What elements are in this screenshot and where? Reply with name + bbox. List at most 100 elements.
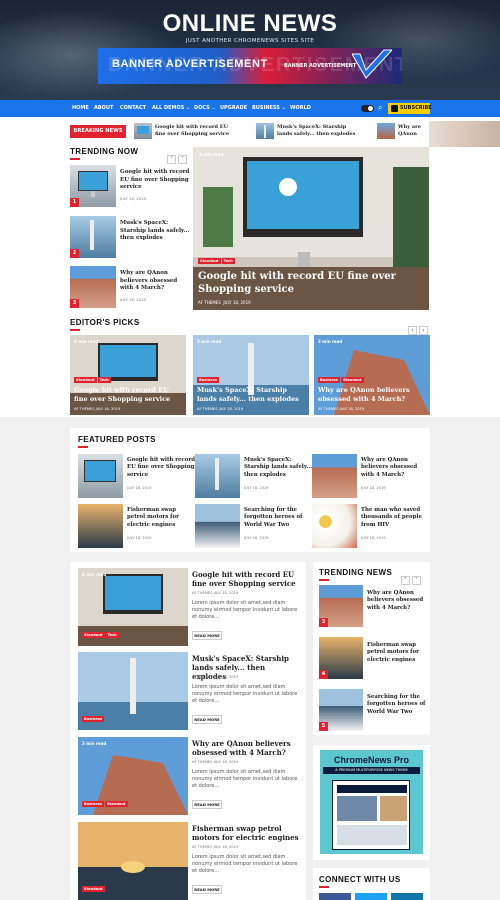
hero-date: JULY 18, 2019 <box>223 300 251 305</box>
trending-item-title: Why are QAnon believers obsessed with 4 … <box>120 270 178 291</box>
category-tag[interactable]: Business <box>82 716 104 722</box>
trending-item[interactable]: 3 Why are QAnon believers obsessed with … <box>70 266 190 310</box>
featured-post[interactable]: Searching for the forgotten heroes of Wo… <box>195 504 310 550</box>
featured-date: JULY 18, 2019 <box>244 536 269 540</box>
card-author[interactable]: AF THEMES <box>318 407 339 411</box>
card-tags: Business Standout <box>318 366 365 385</box>
featured-thumb <box>195 454 240 498</box>
post-excerpt: Lorem ipsum dolor sit amet,sed diam nonu… <box>192 600 298 620</box>
category-tag[interactable]: Standout <box>82 632 105 638</box>
category-tag[interactable]: Standout <box>74 377 97 383</box>
featured-title: Google hit with record EU fine over Shop… <box>127 457 195 478</box>
chevron-up-icon[interactable]: ˄ <box>401 576 410 585</box>
editors-pick-card[interactable]: 4 min read Standout Tech Google hit with … <box>70 335 186 415</box>
category-tag[interactable]: Standout <box>340 377 364 383</box>
editors-pick-card[interactable]: 3 min read Business Standout Why are QAno… <box>314 335 430 415</box>
nav-item-about[interactable]: ABOUT <box>94 100 113 117</box>
featured-post[interactable]: Google hit with record EU fine over Shop… <box>78 454 195 500</box>
card-tags: Business <box>197 366 220 385</box>
category-tag[interactable]: Tech <box>105 632 119 638</box>
twitter-icon[interactable] <box>355 893 387 900</box>
ad-preview-image <box>332 780 410 850</box>
category-tag[interactable]: Tech <box>97 377 111 383</box>
post-date: JULY 18, 2019 <box>213 760 239 764</box>
post-title[interactable]: Fisherman swap petrol motors for electri… <box>192 824 300 842</box>
post-thumb: Standout <box>78 822 188 900</box>
post-author[interactable]: AF THEMES <box>192 591 213 595</box>
read-time: 4 min read <box>82 572 107 577</box>
trending-item[interactable]: 1 Google hit with record EU fine over Sh… <box>70 165 190 209</box>
hero-title[interactable]: Google hit with record EU fine over Shop… <box>198 270 398 296</box>
facebook-icon[interactable] <box>319 893 351 900</box>
category-tag[interactable]: Standout <box>82 886 105 892</box>
subscribe-button[interactable]: SUBSCRIBE <box>388 103 432 114</box>
site-title[interactable]: ONLINE NEWS <box>0 10 500 38</box>
nav-item-docs[interactable]: DOCS ⌄ <box>194 100 216 117</box>
sidebar-trending-item[interactable]: 3 Why are QAnon believers obsessed with … <box>319 585 429 629</box>
card-author[interactable]: AF THEMES <box>197 407 218 411</box>
sidebar-arrows: ˄ ˅ <box>399 567 421 586</box>
chevron-left-icon[interactable]: ‹ <box>408 326 417 335</box>
sidebar-trending-item[interactable]: 4 Fisherman swap petrol motors for elect… <box>319 637 429 681</box>
post-list-item[interactable]: 3 min read Business Standout Why are QAno… <box>78 737 300 815</box>
post-meta: AF THEMES JULY 18, 2019 <box>192 760 238 764</box>
read-time: 4 min read <box>74 339 99 344</box>
chevron-up-icon[interactable]: ˄ <box>167 155 176 164</box>
ad-title: ChromeNews Pro <box>333 755 410 765</box>
chromenews-pro-ad[interactable]: ChromeNews Pro A PREMIUM MULTIPURPOSE NE… <box>320 750 423 854</box>
category-tag[interactable]: Business <box>82 801 104 807</box>
trending-item[interactable]: 2 Musk's SpaceX: Starship lands safely..… <box>70 216 190 260</box>
post-date: JULY 18, 2019 <box>213 591 239 595</box>
card-author[interactable]: AF THEMES <box>74 407 95 411</box>
post-list-item[interactable]: Standout Fisherman swap petrol motors fo… <box>78 822 300 900</box>
nav-item-contact[interactable]: CONTACT <box>120 100 146 117</box>
category-tag[interactable]: Business <box>197 377 219 383</box>
nav-item-upgrade[interactable]: UPGRADE <box>220 100 247 117</box>
featured-title: Fisherman swap petrol motors for electri… <box>127 507 179 528</box>
card-meta: AF THEMES JULY 18, 2019 <box>318 407 364 411</box>
category-tag[interactable]: Standout <box>198 258 221 264</box>
featured-post[interactable]: Why are QAnon believers obsessed with 4 … <box>312 454 427 500</box>
search-icon[interactable]: ⌕ <box>378 103 382 113</box>
nav-item-all-demos[interactable]: ALL DEMOS ⌄ <box>152 100 190 117</box>
chevron-down-icon[interactable]: ˅ <box>412 576 421 585</box>
featured-post[interactable]: The man who saved thousands of people fr… <box>312 504 427 550</box>
read-more-button[interactable]: READ MORE <box>192 885 222 894</box>
banner-advertisement[interactable]: BANNER ADVERTISEMENT BANNER ADVERTISEMEN… <box>98 48 402 84</box>
post-list-item[interactable]: Business Musk's SpaceX: Starship lands s… <box>78 652 300 730</box>
read-more-button[interactable]: READ MORE <box>192 715 222 724</box>
post-author[interactable]: AF THEMES <box>192 675 213 679</box>
editors-pick-card[interactable]: 3 min read Business Musk's SpaceX: Stars… <box>193 335 309 415</box>
post-thumb: 3 min read Business Standout <box>78 737 188 815</box>
card-tags: Standout Tech <box>74 366 112 385</box>
post-title[interactable]: Google hit with record EU fine over Shop… <box>192 570 300 588</box>
editors-arrows: ‹ › <box>406 317 428 336</box>
post-author[interactable]: AF THEMES <box>192 760 213 764</box>
read-time: 3 min read <box>318 339 343 344</box>
read-more-button[interactable]: READ MORE <box>192 800 222 809</box>
play-icon <box>391 105 398 112</box>
chevron-right-icon[interactable]: › <box>419 326 428 335</box>
trending-number: 1 <box>70 198 79 207</box>
category-tag[interactable]: Tech <box>221 258 235 264</box>
hero-author[interactable]: AF THEMES <box>198 300 221 305</box>
linkedin-icon[interactable] <box>391 893 423 900</box>
hero-post[interactable]: 4 min read Standout Tech Google hit with … <box>193 147 429 310</box>
dark-mode-toggle[interactable] <box>361 105 374 112</box>
featured-post[interactable]: Musk's SpaceX: Starship lands safely... … <box>195 454 312 500</box>
post-title[interactable]: Why are QAnon believers obsessed with 4 … <box>192 739 300 757</box>
post-list-item[interactable]: 4 min read Standout Tech Google hit with … <box>78 568 300 646</box>
post-author[interactable]: AF THEMES <box>192 845 213 849</box>
nav-item-home[interactable]: HOME <box>72 100 89 117</box>
sidebar-trending-item[interactable]: 5 Searching for the forgotten heroes of … <box>319 689 429 733</box>
nav-item-business[interactable]: BUSINESS ⌄ <box>252 100 286 117</box>
post-date: JULY 18, 2019 <box>213 845 239 849</box>
trending-number: 3 <box>319 618 328 627</box>
chevron-down-icon[interactable]: ˅ <box>178 155 187 164</box>
featured-date: JULY 18, 2019 <box>361 486 386 490</box>
read-more-button[interactable]: READ MORE <box>192 631 222 640</box>
category-tag[interactable]: Standout <box>104 801 128 807</box>
featured-post[interactable]: Fisherman swap petrol motors for electri… <box>78 504 193 550</box>
category-tag[interactable]: Business <box>318 377 340 383</box>
nav-item-world[interactable]: WORLD <box>290 100 311 117</box>
